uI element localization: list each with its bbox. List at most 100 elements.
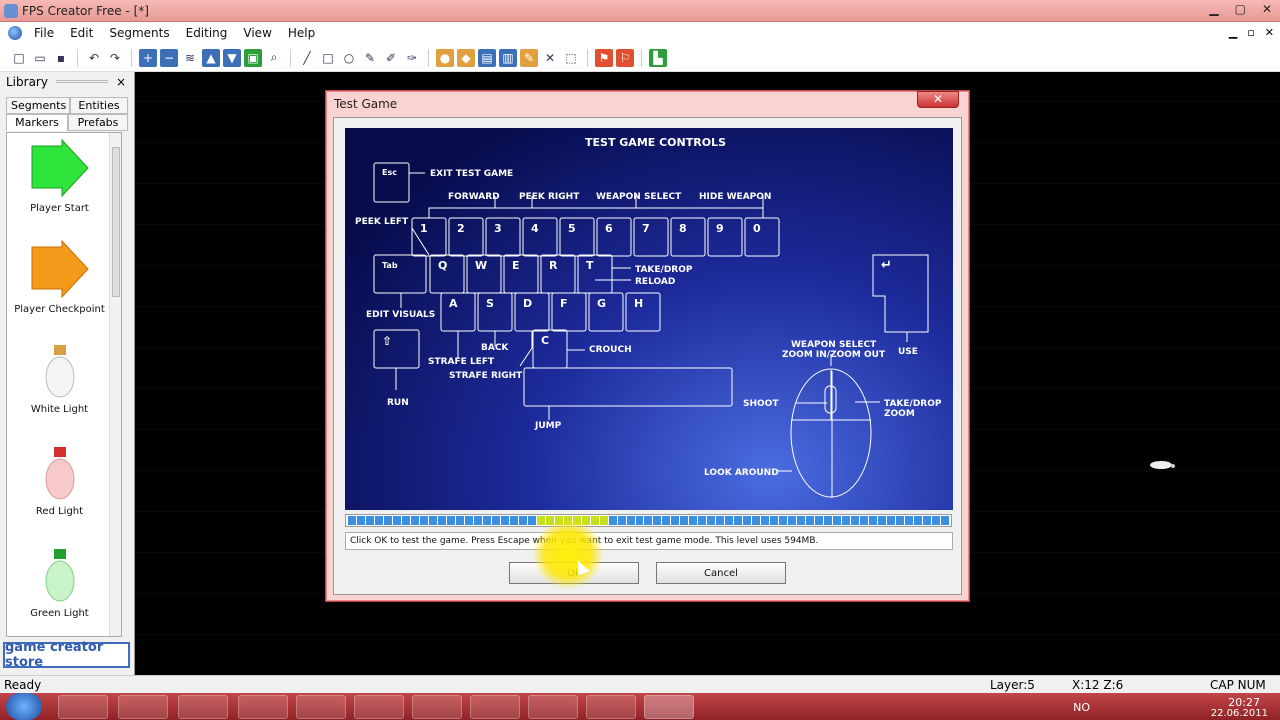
taskbar-app-2[interactable] [412,695,462,719]
picker-tool-icon[interactable]: ✑ [403,49,421,67]
dialog-close-button[interactable]: ✕ [917,91,959,108]
line-tool-icon[interactable]: ╱ [298,49,316,67]
edit-entity-icon[interactable]: ✎ [520,48,538,67]
layer-down-icon[interactable]: ▼ [223,48,241,67]
library-panel: Library × Segments Entities Markers Pref… [0,72,135,675]
library-item-red-light[interactable]: Red Light [7,445,112,517]
select-icon[interactable]: ⬚ [562,49,580,67]
layers-icon[interactable]: ≋ [181,49,199,67]
taskbar-explorer[interactable] [118,695,168,719]
menu-segments[interactable]: Segments [101,26,177,40]
progress-segment [455,516,464,525]
click-highlight [532,518,604,590]
minimize-button[interactable]: ▁ [1209,2,1218,16]
toolbar: □ ▭ ▪ ↶ ↷ + − ≋ ▲ ▼ ▣ ⌕ ╱ □ ○ ✎ ✐ ✑ ● ◆ … [0,44,1280,72]
undo-icon[interactable]: ↶ [85,49,103,67]
close-button[interactable]: ✕ [1262,2,1272,16]
light-entity-icon [1150,461,1175,469]
mdi-minimize-button[interactable]: ▁ [1229,26,1237,39]
taskbar-tgc[interactable] [644,695,694,719]
search-icon[interactable]: ⌕ [265,49,283,67]
key-7: 7 [642,222,650,235]
key-8: 8 [679,222,687,235]
tray-language[interactable]: NO [1073,701,1090,714]
window-title: FPS Creator Free - [*] [22,4,149,18]
menu-view[interactable]: View [235,26,279,40]
tab-markers[interactable]: Markers [6,114,68,131]
redo-icon[interactable]: ↷ [106,49,124,67]
progress-segment [599,516,608,525]
build-game-icon[interactable]: ▙ [649,48,667,67]
overview-icon[interactable]: ▣ [244,48,262,67]
key-2: 2 [457,222,465,235]
segment-icon[interactable]: ◆ [457,48,475,67]
zoom-in-icon[interactable]: + [139,48,157,67]
progress-segment [527,516,536,525]
save-icon[interactable]: ▪ [52,49,70,67]
controls-image: TEST GAME CONTROLS Esc EXIT TEST GAME FO… [345,128,953,510]
open-folder-icon[interactable]: ▭ [31,49,49,67]
label-run: RUN [387,398,409,408]
taskbar-chrome[interactable] [296,695,346,719]
layer-up-icon[interactable]: ▲ [202,48,220,67]
maximize-button[interactable]: ▢ [1235,2,1246,16]
tab-entities[interactable]: Entities [70,97,128,114]
key-3: 3 [494,222,502,235]
mdi-close-button[interactable]: ✕ [1265,26,1274,39]
library-item-label: Player Start [30,203,89,214]
label-use: USE [898,347,918,357]
zoom-out-icon[interactable]: − [160,48,178,67]
cancel-button[interactable]: Cancel [656,562,786,584]
app-menu-icon[interactable] [8,26,22,40]
mdi-restore-button[interactable]: ▫ [1247,26,1254,39]
taskbar-winrar[interactable] [470,695,520,719]
tray-date[interactable]: 22.06.2011 [1211,708,1268,719]
place-entity-icon[interactable]: ▤ [478,48,496,67]
delete-icon[interactable]: ✕ [541,49,559,67]
library-scrollbar[interactable] [109,133,121,636]
taskbar-notes[interactable] [528,695,578,719]
tab-prefabs[interactable]: Prefabs [68,114,128,131]
library-item-green-light[interactable]: Green Light [7,547,112,619]
taskbar-media-player[interactable] [58,695,108,719]
progress-segment [806,516,815,525]
window-titlebar: FPS Creator Free - [*] ▁ ▢ ✕ [0,0,1280,22]
label-exit: EXIT TEST GAME [430,169,513,179]
circle-tool-icon[interactable]: ○ [340,49,358,67]
game-creator-store-button[interactable]: game creator store [3,640,130,670]
library-item-player-checkpoint[interactable]: Player Checkpoint [7,239,112,315]
library-close-icon[interactable]: × [116,75,126,89]
progress-segment [887,516,896,525]
taskbar-app[interactable] [238,695,288,719]
test-flag-icon[interactable]: ⚐ [616,48,634,67]
progress-segment [348,516,356,525]
dialog-title: Test Game [334,97,398,111]
label-weapon-select: WEAPON SELECT [596,192,682,202]
key-r: R [549,259,558,272]
progress-segment [356,516,365,525]
entity-icon[interactable]: ● [436,48,454,67]
start-button[interactable] [6,693,42,720]
library-item-white-light[interactable]: White Light [7,343,112,415]
progress-segment [419,516,428,525]
new-file-icon[interactable]: □ [10,49,28,67]
menu-edit[interactable]: Edit [62,26,101,40]
taskbar-hp[interactable] [178,695,228,719]
menu-bar: File Edit Segments Editing View Help ▁ ▫… [0,22,1280,44]
label-back: BACK [481,343,509,353]
menu-editing[interactable]: Editing [178,26,236,40]
taskbar-recorder[interactable] [586,695,636,719]
library-item-player-start[interactable]: Player Start [7,138,112,214]
place-segment-icon[interactable]: ▥ [499,48,517,67]
rect-tool-icon[interactable]: □ [319,49,337,67]
brush-tool-icon[interactable]: ✐ [382,49,400,67]
label-forward: FORWARD [448,192,500,202]
test-game-dialog: Test Game ✕ TEST GAME CONTROLS Esc EXIT … [325,90,970,602]
paint-tool-icon[interactable]: ✎ [361,49,379,67]
menu-file[interactable]: File [26,26,62,40]
taskbar-firefox[interactable] [354,695,404,719]
flag-icon[interactable]: ⚑ [595,48,613,67]
red-bulb-icon [45,447,74,500]
tab-segments[interactable]: Segments [6,97,70,114]
menu-help[interactable]: Help [280,26,323,40]
